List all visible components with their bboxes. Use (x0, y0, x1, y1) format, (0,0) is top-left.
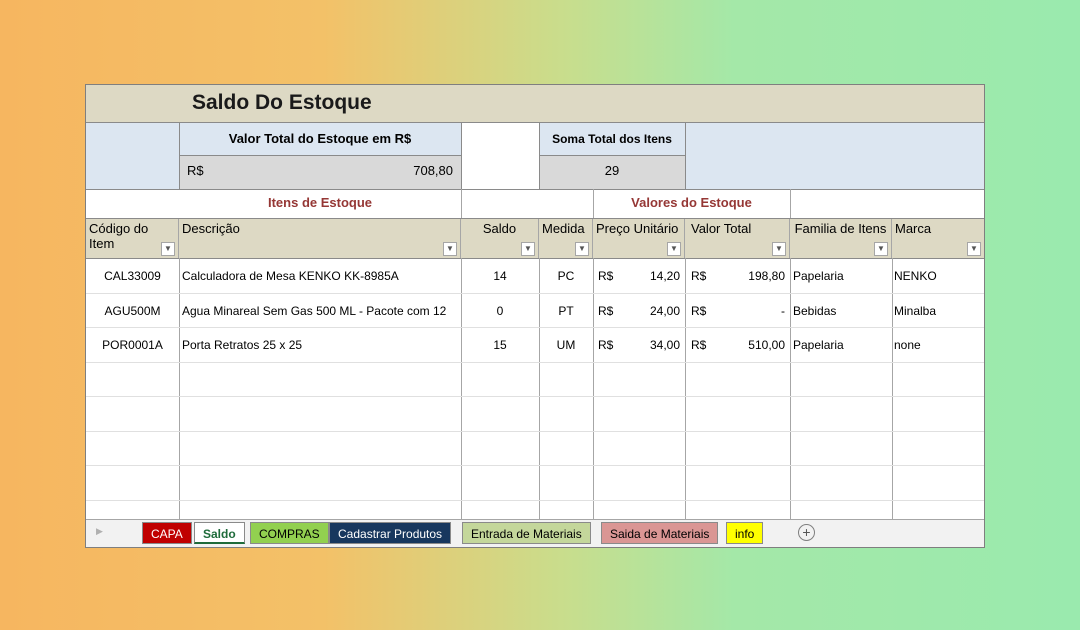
section-valores-title: Valores do Estoque (631, 195, 752, 210)
summary-right-blank (685, 123, 984, 189)
table-row[interactable]: CAL33009 Calculadora de Mesa KENKO KK-89… (86, 259, 984, 293)
cell-familia[interactable]: Papelaria (793, 328, 891, 362)
filter-dropdown-icon[interactable]: ▼ (874, 242, 888, 256)
cell-descricao[interactable]: Agua Minareal Sem Gas 500 ML - Pacote co… (182, 294, 460, 328)
tab-compras[interactable]: COMPRAS (250, 522, 329, 544)
col-header-marca[interactable]: Marca ▼ (892, 218, 984, 258)
sheet-tabs-bar: ▶ CAPA Saldo COMPRAS Cadastrar Produtos … (86, 519, 984, 547)
table-row[interactable]: AGU500M Agua Minareal Sem Gas 500 ML - P… (86, 294, 984, 328)
cell-saldo[interactable]: 15 (461, 328, 539, 362)
col-header-valor-total-label: Valor Total (691, 221, 752, 236)
col-header-medida-label: Medida (542, 221, 585, 236)
cell-familia[interactable]: Papelaria (793, 259, 891, 293)
filter-dropdown-icon[interactable]: ▼ (161, 242, 175, 256)
table-row[interactable]: POR0001A Porta Retratos 25 x 25 15 UM R$… (86, 328, 984, 362)
col-header-saldo[interactable]: Saldo ▼ (461, 218, 539, 258)
tab-saldo[interactable]: Saldo (194, 522, 245, 544)
col-header-saldo-label: Saldo (482, 221, 517, 236)
tab-capa[interactable]: CAPA (142, 522, 192, 544)
soma-itens-value[interactable]: 29 (539, 155, 685, 189)
cell-descricao[interactable]: Calculadora de Mesa KENKO KK-8985A (182, 259, 460, 293)
col-header-familia[interactable]: Familia de Itens ▼ (790, 218, 892, 258)
col-header-marca-label: Marca (895, 221, 932, 236)
tab-info[interactable]: info (726, 522, 764, 544)
cell-total[interactable]: - (716, 294, 785, 328)
cell-total-currency: R$ (691, 269, 707, 283)
filter-dropdown-icon[interactable]: ▼ (521, 242, 535, 256)
col-header-codigo[interactable]: Código do Item ▼ (86, 218, 179, 258)
cell-saldo[interactable]: 14 (461, 259, 539, 293)
cell-codigo[interactable]: POR0001A (86, 328, 179, 362)
col-header-valor-total[interactable]: Valor Total ▼ (685, 218, 790, 258)
cell-total[interactable]: 198,80 (716, 259, 785, 293)
spreadsheet-window: Saldo Do Estoque Valor Total do Estoque … (85, 84, 985, 548)
col-header-preco-label: Preço Unitário (596, 221, 679, 236)
cell-marca[interactable]: none (894, 328, 982, 362)
filter-dropdown-icon[interactable]: ▼ (772, 242, 786, 256)
cell-familia[interactable]: Bebidas (793, 294, 891, 328)
filter-dropdown-icon[interactable]: ▼ (667, 242, 681, 256)
cell-preco-currency: R$ (598, 338, 614, 352)
cell-marca[interactable]: NENKO (894, 259, 982, 293)
summary-gap (461, 123, 539, 189)
cell-medida[interactable]: PT (539, 294, 593, 328)
cell-descricao[interactable]: Porta Retratos 25 x 25 (182, 328, 460, 362)
col-header-preco[interactable]: Preço Unitário ▼ (593, 218, 685, 258)
cell-marca[interactable]: Minalba (894, 294, 982, 328)
valor-total-label: Valor Total do Estoque em R$ (179, 123, 461, 155)
tab-cadastrar-produtos[interactable]: Cadastrar Produtos (329, 522, 452, 544)
cell-preco-currency: R$ (598, 269, 614, 283)
cell-total-currency: R$ (691, 338, 707, 352)
cell-total-currency: R$ (691, 304, 707, 318)
filter-dropdown-icon[interactable]: ▼ (443, 242, 457, 256)
tab-saida-materiais[interactable]: Saida de Materiais (601, 522, 719, 544)
col-header-descricao[interactable]: Descrição ▼ (179, 218, 461, 258)
cell-saldo[interactable]: 0 (461, 294, 539, 328)
cell-codigo[interactable]: CAL33009 (86, 259, 179, 293)
soma-itens-label: Soma Total dos Itens (539, 123, 685, 155)
col-header-descricao-label: Descrição (182, 221, 240, 236)
col-header-familia-label: Familia de Itens (794, 221, 887, 236)
cell-total[interactable]: 510,00 (716, 328, 785, 362)
filter-dropdown-icon[interactable]: ▼ (575, 242, 589, 256)
plus-circle-icon[interactable]: + (798, 524, 815, 541)
summary-left-blank (86, 123, 179, 189)
cell-preco-currency: R$ (598, 304, 614, 318)
tab-entrada-materiais[interactable]: Entrada de Materiais (462, 522, 591, 544)
section-itens-title: Itens de Estoque (267, 195, 373, 210)
filter-dropdown-icon[interactable]: ▼ (967, 242, 981, 256)
cell-preco[interactable]: 34,00 (626, 328, 680, 362)
cell-preco[interactable]: 14,20 (626, 259, 680, 293)
triangle-left-icon[interactable]: ▶ (96, 526, 103, 537)
col-header-codigo-label: Código do Item (89, 221, 149, 251)
page-title: Saldo Do Estoque (192, 91, 372, 114)
cell-medida[interactable]: PC (539, 259, 593, 293)
valor-total-value: 708,80 (413, 163, 453, 178)
valor-total-box[interactable]: R$ 708,80 (179, 155, 461, 189)
cell-codigo[interactable]: AGU500M (86, 294, 179, 328)
col-header-medida[interactable]: Medida ▼ (539, 218, 593, 258)
valor-currency: R$ (187, 163, 204, 178)
cell-preco[interactable]: 24,00 (626, 294, 680, 328)
cell-medida[interactable]: UM (539, 328, 593, 362)
